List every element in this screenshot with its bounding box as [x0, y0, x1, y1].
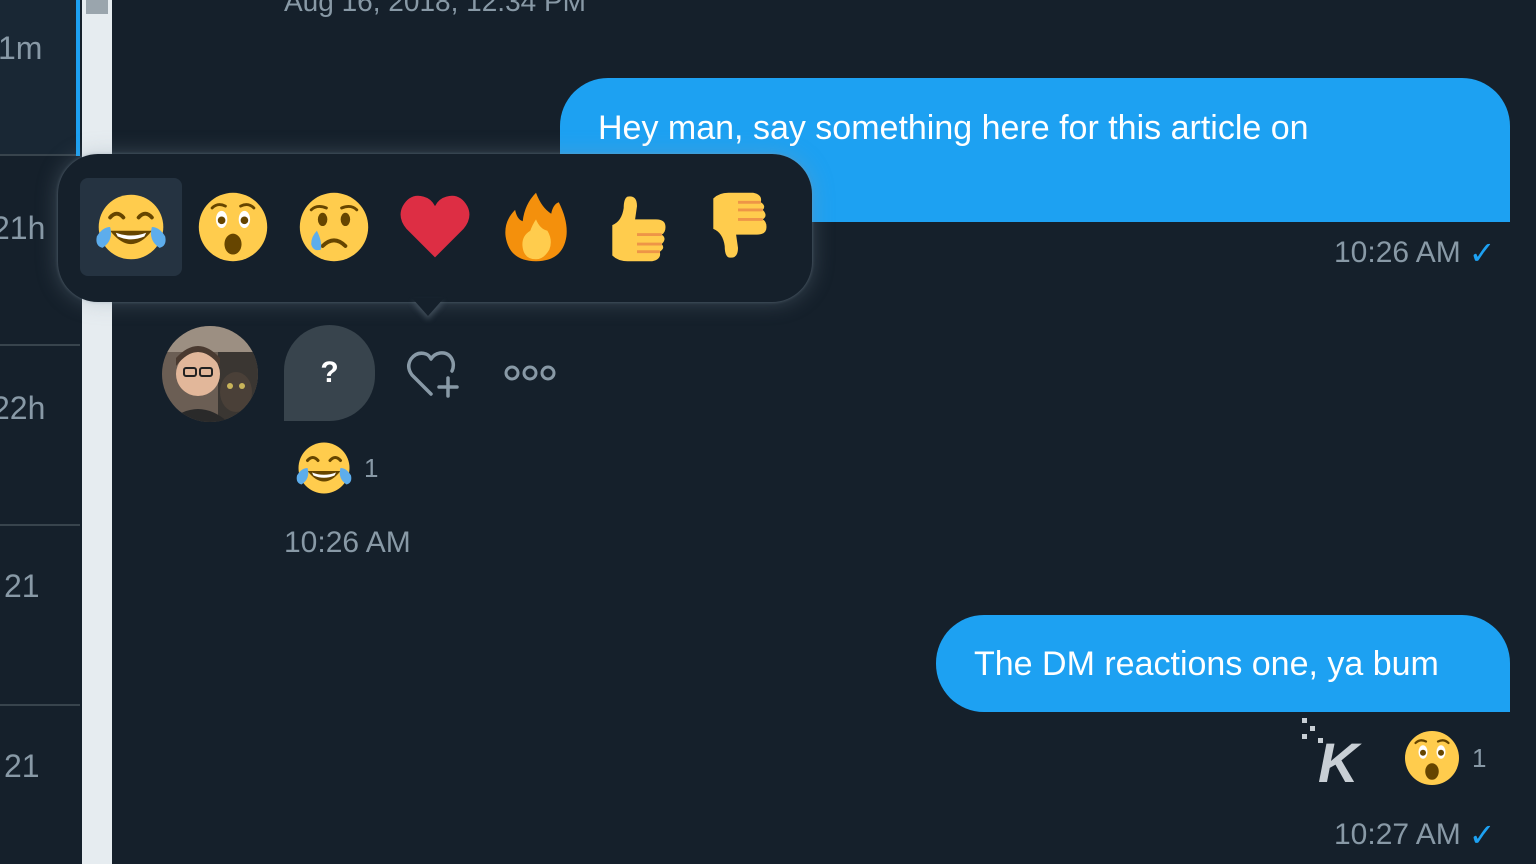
heart-icon — [400, 195, 470, 258]
reaction-option-tears-of-joy[interactable] — [80, 178, 182, 276]
conversation-item[interactable]: 22h — [0, 346, 80, 526]
reaction-count: 1 — [364, 452, 379, 483]
heart-plus-icon[interactable] — [404, 348, 462, 400]
fire-icon — [505, 192, 567, 262]
reaction-option-astonished[interactable] — [182, 178, 284, 276]
reaction-option-heart[interactable] — [384, 178, 486, 276]
crying-face-icon — [299, 192, 369, 262]
message-meta: 10:26 AM ✓ — [1334, 234, 1496, 272]
reaction-picker-pointer — [412, 298, 444, 316]
conversation-time: 21 — [4, 748, 40, 784]
face-with-tears-of-joy-icon — [296, 442, 352, 494]
reaction-count: 1 — [1472, 742, 1487, 773]
conversation-time: 21h — [0, 210, 46, 246]
message-text: The DM reactions one, ya bum — [974, 645, 1439, 683]
conversation-item[interactable]: 1m — [0, 0, 80, 156]
message-time: 10:27 AM — [1334, 818, 1461, 851]
watermark-letter: K — [1318, 731, 1362, 786]
read-check-icon: ✓ — [1468, 817, 1496, 853]
message-meta: 10:26 AM — [284, 526, 411, 560]
conversation-item[interactable]: 21 — [0, 526, 80, 706]
incoming-message-bubble[interactable]: ? — [284, 325, 375, 421]
astonished-face-icon — [1405, 731, 1459, 785]
conversation-item[interactable]: 21 — [0, 706, 80, 864]
avatar[interactable] — [162, 326, 258, 422]
message-reaction[interactable]: 1 — [1402, 728, 1486, 788]
message-text: ? — [320, 356, 339, 389]
active-conversation-indicator — [76, 0, 80, 156]
reaction-option-crying[interactable] — [283, 178, 385, 276]
dm-app: 1m 21h 22h 21 21 Aug 16, 2018, 12:34 PM … — [0, 0, 1536, 864]
conversation-list: 1m 21h 22h 21 21 — [0, 0, 80, 864]
conversation-time: 21 — [4, 568, 40, 604]
reaction-option-thumbs-up[interactable] — [586, 178, 688, 276]
message-time: 10:26 AM — [1334, 236, 1461, 269]
message-text: Hey man, say something here for this art… — [598, 109, 1309, 147]
astonished-face-icon — [198, 192, 268, 262]
reaction-option-fire[interactable] — [485, 178, 587, 276]
thumbs-down-icon — [713, 192, 767, 258]
conversation-time: 22h — [0, 390, 46, 426]
read-check-icon: ✓ — [1468, 235, 1496, 271]
reaction-picker — [58, 154, 812, 302]
message-time: 10:26 AM — [284, 526, 411, 559]
face-with-tears-of-joy-icon — [96, 194, 166, 260]
more-options-icon[interactable] — [502, 358, 558, 388]
scrollbar[interactable] — [82, 0, 112, 864]
thumbs-up-icon — [612, 196, 666, 262]
reaction-option-thumbs-down[interactable] — [687, 178, 789, 276]
outgoing-message-bubble[interactable]: The DM reactions one, ya bum — [936, 615, 1510, 712]
message-reaction[interactable]: 1 — [294, 438, 378, 498]
scrollbar-thumb[interactable] — [86, 0, 108, 14]
date-header: Aug 16, 2018, 12:34 PM — [284, 0, 586, 17]
conversation-time: 1m — [0, 30, 43, 66]
watermark-logo: K — [1298, 716, 1374, 794]
message-meta: 10:27 AM ✓ — [1334, 816, 1496, 854]
